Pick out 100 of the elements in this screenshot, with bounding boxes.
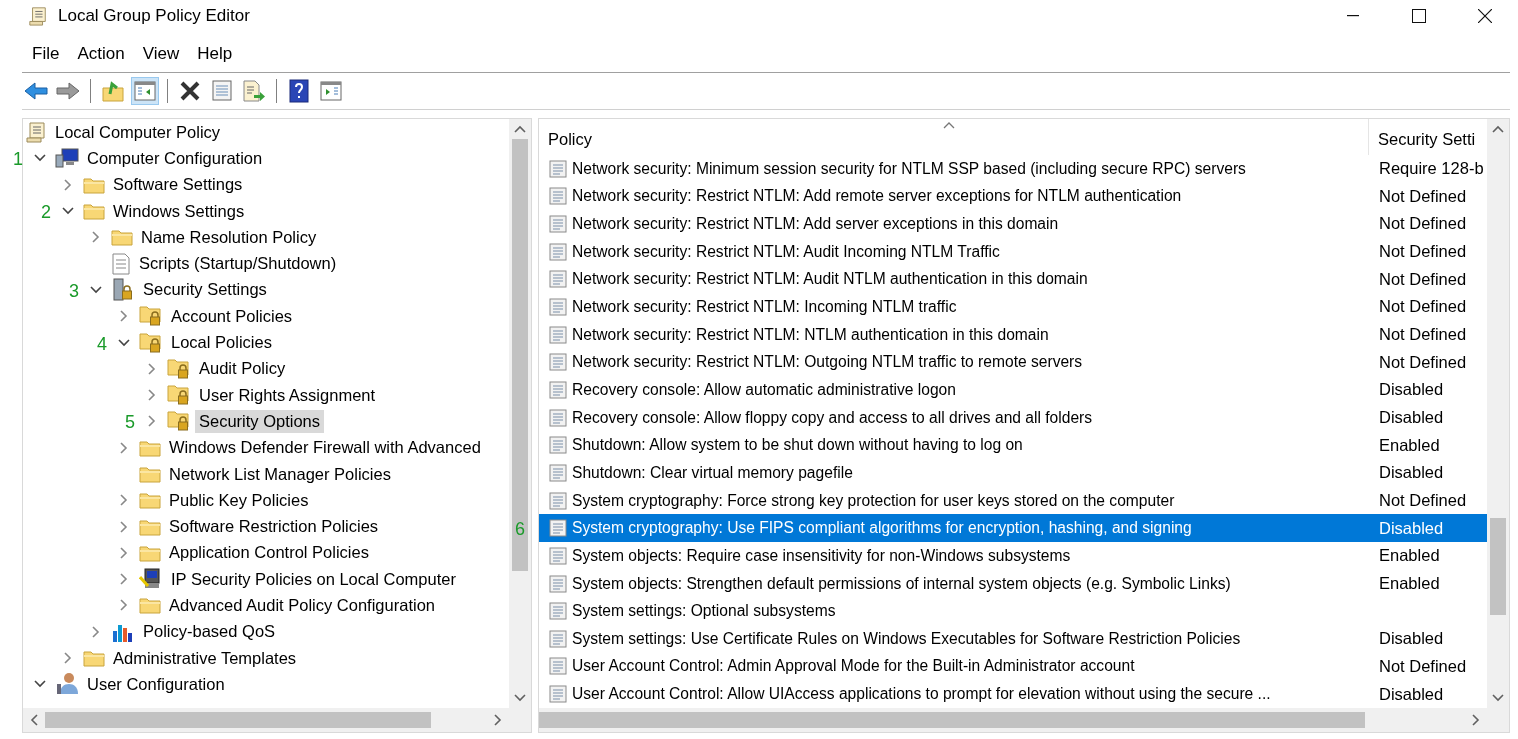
scroll-right-icon[interactable] [494, 714, 502, 726]
delete-icon [179, 80, 201, 102]
policy-row[interactable]: Network security: Minimum session security for NTLM SSP based (including secure RPC) servers Require 128-b [539, 154, 1487, 183]
tree-item[interactable]: Software Settings [109, 173, 247, 197]
tree-item[interactable]: Security Options [195, 409, 325, 433]
tree-item[interactable]: Policy-based QoS [139, 620, 280, 644]
show-hide-tree-button[interactable] [131, 77, 159, 105]
scroll-icon [25, 121, 47, 144]
policy-icon [549, 657, 567, 676]
security-setting: Not Defined [1378, 214, 1467, 234]
scroll-left-icon[interactable] [30, 714, 38, 726]
tree-item[interactable]: Scripts (Startup/Shutdown) [135, 252, 341, 276]
policy-icon [549, 574, 567, 593]
policy-row[interactable]: System cryptography: Force strong key protection for user keys stored on the computer Not Defined [539, 486, 1487, 515]
tree-item[interactable]: Public Key Policies [165, 488, 313, 512]
tree-item[interactable]: Security Settings [139, 278, 271, 302]
policy-name: Network security: Minimum session security for NTLM SSP based (including secure RPC) servers [572, 159, 1246, 178]
policy-row[interactable]: System settings: Use Certificate Rules on Windows Executables for Software Restriction Policies Disabled [539, 625, 1487, 653]
column-header[interactable]: Security Setti [1369, 119, 1487, 155]
tree-item[interactable]: Software Restriction Policies [165, 515, 383, 539]
scroll-down-icon[interactable] [514, 694, 526, 702]
tree-item[interactable]: Administrative Templates [109, 646, 301, 670]
folder-icon [83, 202, 105, 221]
policy-row[interactable]: Network security: Restrict NTLM: Add server exceptions in this domain Not Defined [539, 210, 1487, 238]
policy-row[interactable]: User Account Control: Admin Approval Mode for the Built-in Administrator account Not Defined [539, 652, 1487, 681]
tree-item[interactable]: Account Policies [167, 304, 297, 328]
tree-item[interactable]: IP Security Policies on Local Computer [167, 567, 460, 591]
policy-row[interactable]: User Account Control: Allow UIAccess applications to prompt for elevation without using the secure ... Disabled [539, 680, 1487, 708]
policy-icon [549, 408, 567, 427]
policy-name: System cryptography: Use FIPS compliant algorithms for encryption, hashing, and signing [572, 519, 1192, 538]
policy-icon [549, 436, 567, 455]
policy-name: Network security: Restrict NTLM: Add server exceptions in this domain [572, 214, 1059, 233]
menu-item[interactable]: Action [69, 42, 133, 66]
tree-item[interactable]: Advanced Audit Policy Configuration [165, 594, 439, 617]
scrollbar-thumb[interactable] [512, 139, 528, 571]
tree-item[interactable]: Computer Configuration [83, 146, 267, 170]
locked-folder-icon [167, 357, 191, 380]
properties-icon [211, 80, 233, 102]
policy-row[interactable]: Network security: Restrict NTLM: NTLM authentication in this domain Not Defined [539, 320, 1487, 349]
tree-item[interactable]: User Rights Assignment [195, 383, 380, 407]
policy-row[interactable]: System objects: Require case insensitivity for non-Windows subsystems Enabled [539, 542, 1487, 570]
vertical-scrollbar[interactable] [1487, 119, 1509, 708]
tree-item[interactable]: Audit Policy [195, 357, 290, 381]
tree-item[interactable]: Name Resolution Policy [137, 225, 321, 249]
tree-item[interactable]: Network List Manager Policies [165, 462, 395, 486]
folder-icon [83, 649, 105, 668]
column-header[interactable]: Policy [539, 119, 1369, 155]
security-setting: Disabled [1378, 463, 1444, 483]
scrollbar-thumb[interactable] [539, 712, 1366, 728]
security-setting: Not Defined [1378, 186, 1467, 206]
scrollbar-thumb[interactable] [1490, 517, 1506, 616]
sort-caret-icon [943, 121, 955, 129]
locked-folder-icon [167, 384, 191, 407]
tree-item[interactable]: User Configuration [83, 672, 229, 696]
policy-name: Shutdown: Allow system to be shut down without having to log on [572, 436, 1023, 455]
policy-row[interactable]: Network security: Restrict NTLM: Audit Incoming NTLM Traffic Not Defined [539, 237, 1487, 266]
policy-name: Network security: Restrict NTLM: Add remote server exceptions for NTLM authentication [572, 187, 1182, 206]
policy-row[interactable]: System objects: Strengthen default permissions of internal system objects (e.g. Symbolic Links) Enabled [539, 569, 1487, 598]
user-icon [55, 672, 79, 697]
annotation-number: 6 [515, 518, 525, 540]
policy-icon [549, 463, 567, 482]
annotation-number: 4 [97, 333, 107, 355]
security-setting: Require 128-b [1378, 159, 1484, 179]
policy-row[interactable]: Recovery console: Allow floppy copy and access to all drives and all folders Disabled [539, 403, 1487, 432]
tree-item[interactable]: Local Computer Policy [51, 120, 225, 144]
scroll-right-icon[interactable] [1472, 714, 1480, 726]
policy-row[interactable]: System settings: Optional subsystems [539, 597, 1487, 625]
scrollbar-thumb[interactable] [45, 712, 431, 728]
security-setting: Not Defined [1378, 352, 1467, 372]
policy-row[interactable]: Shutdown: Clear virtual memory pagefile Disabled [539, 459, 1487, 487]
export-list-icon [242, 80, 266, 102]
security-setting: Enabled [1378, 546, 1440, 566]
policy-name: User Account Control: Admin Approval Mode for the Built-in Administrator account [572, 657, 1135, 676]
scroll-up-icon[interactable] [514, 125, 526, 133]
policy-icon [549, 629, 567, 648]
policy-row[interactable]: Shutdown: Allow system to be shut down without having to log on Enabled [539, 431, 1487, 460]
locked-folder-icon [167, 410, 191, 433]
policy-row[interactable]: Network security: Restrict NTLM: Outgoing NTLM traffic to remote servers Not Defined [539, 348, 1487, 377]
export-list-button[interactable] [240, 77, 268, 105]
tree-item[interactable]: Application Control Policies [165, 541, 373, 565]
menu-item[interactable]: View [134, 42, 188, 66]
policy-row[interactable]: Network security: Restrict NTLM: Audit NTLM authentication in this domain Not Defined [539, 265, 1487, 294]
policy-name: System settings: Optional subsystems [572, 602, 836, 621]
security-setting: Not Defined [1378, 325, 1467, 345]
policy-row[interactable]: Network security: Restrict NTLM: Incoming NTLM traffic Not Defined [539, 293, 1487, 321]
menu-item[interactable]: File [24, 42, 68, 66]
policy-row[interactable]: Recovery console: Allow automatic administrative logon Disabled [539, 376, 1487, 404]
policy-icon [549, 546, 567, 565]
menu-item[interactable]: Help [189, 42, 241, 66]
vertical-scrollbar[interactable] [509, 119, 531, 708]
scroll-up-icon[interactable] [1492, 125, 1504, 133]
policy-row[interactable]: Network security: Restrict NTLM: Add remote server exceptions for NTLM authentication Not Defined [539, 182, 1487, 211]
back-arrow-icon [24, 81, 48, 101]
folder-icon [139, 543, 161, 562]
tree-item[interactable]: Windows Settings [109, 199, 249, 223]
policy-name: Network security: Restrict NTLM: Outgoing NTLM traffic to remote servers [572, 353, 1083, 372]
scroll-down-icon[interactable] [1492, 694, 1504, 702]
policy-icon [549, 491, 567, 510]
tree-item[interactable]: Local Policies [167, 331, 276, 354]
tree-item[interactable]: Windows Defender Firewall with Advanced [165, 436, 485, 460]
